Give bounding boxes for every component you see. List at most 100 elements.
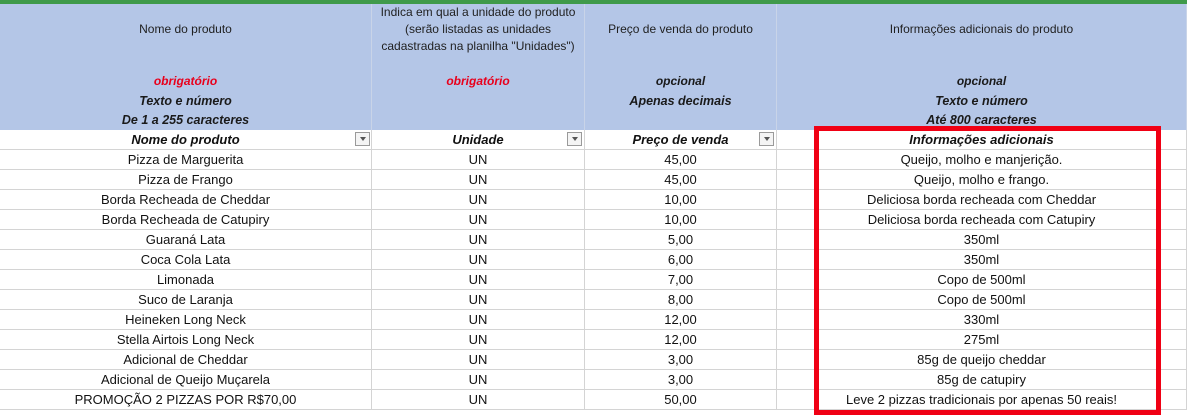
table-cell[interactable]: Queijo, molho e manjerição. (777, 150, 1187, 169)
table-cell[interactable]: Adicional de Queijo Muçarela (0, 370, 372, 389)
column-header-row: Nome do produto Unidade Preço de venda I… (0, 130, 1187, 150)
header-desc-line: Indica em qual a unidade do produto (380, 5, 576, 19)
header-cell-info[interactable]: Informações adicionais do produto opcion… (777, 4, 1187, 130)
table-cell[interactable]: Borda Recheada de Catupiry (0, 210, 372, 229)
table-cell[interactable]: 7,00 (585, 270, 777, 289)
table-cell[interactable]: Suco de Laranja (0, 290, 372, 309)
table-cell[interactable]: 12,00 (585, 310, 777, 329)
table-cell[interactable]: UN (372, 190, 585, 209)
header-cell-nome[interactable]: Nome do produto obrigatório Texto e núme… (0, 4, 372, 130)
table-cell[interactable]: 85g de catupiry (777, 370, 1187, 389)
table-row: Adicional de Cheddar UN 3,00 85g de queijo … (0, 350, 1187, 370)
column-header-label: Unidade (452, 132, 504, 147)
table-cell[interactable]: 85g de queijo cheddar (777, 350, 1187, 369)
table-cell[interactable]: 10,00 (585, 210, 777, 229)
table-cell[interactable]: 275ml (777, 330, 1187, 349)
table-row: Borda Recheada de Cheddar UN 10,00 Delicios… (0, 190, 1187, 210)
header-optional-preco: opcional (655, 74, 706, 88)
header-desc-unidade: Indica em qual a unidade do produto (ser… (372, 4, 584, 55)
table-cell[interactable]: 350ml (777, 250, 1187, 269)
header-spec-preco: Apenas decimais (585, 92, 776, 111)
filter-dropdown-icon[interactable] (759, 132, 774, 146)
table-cell[interactable]: UN (372, 270, 585, 289)
table-cell[interactable]: 3,00 (585, 370, 777, 389)
column-header-label: Informações adicionais (909, 132, 1054, 147)
table-cell[interactable]: 45,00 (585, 150, 777, 169)
table-row: Coca Cola Lata UN 6,00 350ml (0, 250, 1187, 270)
table-cell[interactable]: UN (372, 230, 585, 249)
table-cell[interactable]: UN (372, 370, 585, 389)
filter-dropdown-icon[interactable] (567, 132, 582, 146)
table-cell[interactable]: Borda Recheada de Cheddar (0, 190, 372, 209)
header-cell-unidade[interactable]: Indica em qual a unidade do produto (ser… (372, 4, 585, 130)
spreadsheet-grid: Nome do produto obrigatório Texto e núme… (0, 0, 1187, 418)
table-cell[interactable]: UN (372, 290, 585, 309)
header-spec-line: Texto e número (139, 94, 232, 108)
table-cell[interactable]: UN (372, 390, 585, 409)
table-cell[interactable]: 10,00 (585, 190, 777, 209)
table-cell[interactable]: UN (372, 250, 585, 269)
header-desc-line: Preço de venda do produto (608, 22, 753, 36)
table-row: Guaraná Lata UN 5,00 350ml (0, 230, 1187, 250)
header-spec-nome: Texto e número De 1 a 255 caracteres (0, 92, 371, 130)
table-row: Pizza de Marguerita UN 45,00 Queijo, molho … (0, 150, 1187, 170)
column-header-unidade[interactable]: Unidade (372, 130, 585, 149)
table-row: Stella Airtois Long Neck UN 12,00 275ml (0, 330, 1187, 350)
table-cell[interactable]: 5,00 (585, 230, 777, 249)
table-cell[interactable]: Deliciosa borda recheada com Cheddar (777, 190, 1187, 209)
header-desc-line: cadastradas na planilha "Unidades") (381, 39, 575, 53)
table-cell[interactable]: 8,00 (585, 290, 777, 309)
table-cell[interactable]: Copo de 500ml (777, 270, 1187, 289)
table-cell[interactable]: 45,00 (585, 170, 777, 189)
column-header-info[interactable]: Informações adicionais (777, 130, 1187, 149)
table-cell[interactable]: 350ml (777, 230, 1187, 249)
table-cell[interactable]: UN (372, 170, 585, 189)
table-cell[interactable]: Heineken Long Neck (0, 310, 372, 329)
table-row: Pizza de Frango UN 45,00 Queijo, molho e fr… (0, 170, 1187, 190)
filter-dropdown-icon[interactable] (355, 132, 370, 146)
table-cell[interactable]: UN (372, 210, 585, 229)
table-cell[interactable]: 50,00 (585, 390, 777, 409)
header-desc-preco: Preço de venda do produto (585, 21, 776, 38)
header-required-nome: obrigatório (153, 74, 218, 88)
column-header-preco[interactable]: Preço de venda (585, 130, 777, 149)
table-cell[interactable]: Guaraná Lata (0, 230, 372, 249)
header-cell-preco[interactable]: Preço de venda do produto opcional Apena… (585, 4, 777, 130)
column-header-label: Nome do produto (131, 132, 240, 147)
table-row: Adicional de Queijo Muçarela UN 3,00 85g de… (0, 370, 1187, 390)
table-row: Borda Recheada de Catupiry UN 10,00 Delicio… (0, 210, 1187, 230)
table-cell[interactable]: UN (372, 330, 585, 349)
header-desc-line: (serão listadas as unidades (404, 22, 552, 36)
header-spec-line: Texto e número (935, 94, 1028, 108)
table-cell[interactable]: 330ml (777, 310, 1187, 329)
table-cell[interactable]: Adicional de Cheddar (0, 350, 372, 369)
table-cell[interactable]: Pizza de Frango (0, 170, 372, 189)
table-cell[interactable]: Queijo, molho e frango. (777, 170, 1187, 189)
column-header-label: Preço de venda (632, 132, 729, 147)
table-cell[interactable]: UN (372, 310, 585, 329)
table-row: Heineken Long Neck UN 12,00 330ml (0, 310, 1187, 330)
table-cell[interactable]: Coca Cola Lata (0, 250, 372, 269)
table-cell[interactable]: Stella Airtois Long Neck (0, 330, 372, 349)
header-spec-line: Até 800 caracteres (926, 113, 1037, 127)
header-spec-line: Apenas decimais (629, 94, 732, 108)
table-cell[interactable]: 6,00 (585, 250, 777, 269)
table-cell[interactable]: UN (372, 350, 585, 369)
table-cell[interactable]: 3,00 (585, 350, 777, 369)
header-required-unidade: obrigatório (446, 74, 510, 88)
table-cell[interactable]: PROMOÇÃO 2 PIZZAS POR R$70,00 (0, 390, 372, 409)
table-cell[interactable]: Deliciosa borda recheada com Catupiry (777, 210, 1187, 229)
header-optional-info: opcional (956, 74, 1007, 88)
table-cell[interactable]: 12,00 (585, 330, 777, 349)
header-desc-nome: Nome do produto (0, 21, 371, 38)
column-header-nome[interactable]: Nome do produto (0, 130, 372, 149)
header-spec-line: De 1 a 255 caracteres (121, 113, 250, 127)
table-cell[interactable]: Limonada (0, 270, 372, 289)
header-desc-line: Informações adicionais do produto (889, 22, 1074, 36)
table-cell[interactable]: UN (372, 150, 585, 169)
table-cell[interactable]: Pizza de Marguerita (0, 150, 372, 169)
table-cell[interactable]: Leve 2 pizzas tradicionais por apenas 50… (777, 390, 1187, 409)
table-cell[interactable]: Copo de 500ml (777, 290, 1187, 309)
header-desc-line: Nome do produto (139, 22, 232, 36)
header-spec-info: Texto e número Até 800 caracteres (777, 92, 1186, 130)
